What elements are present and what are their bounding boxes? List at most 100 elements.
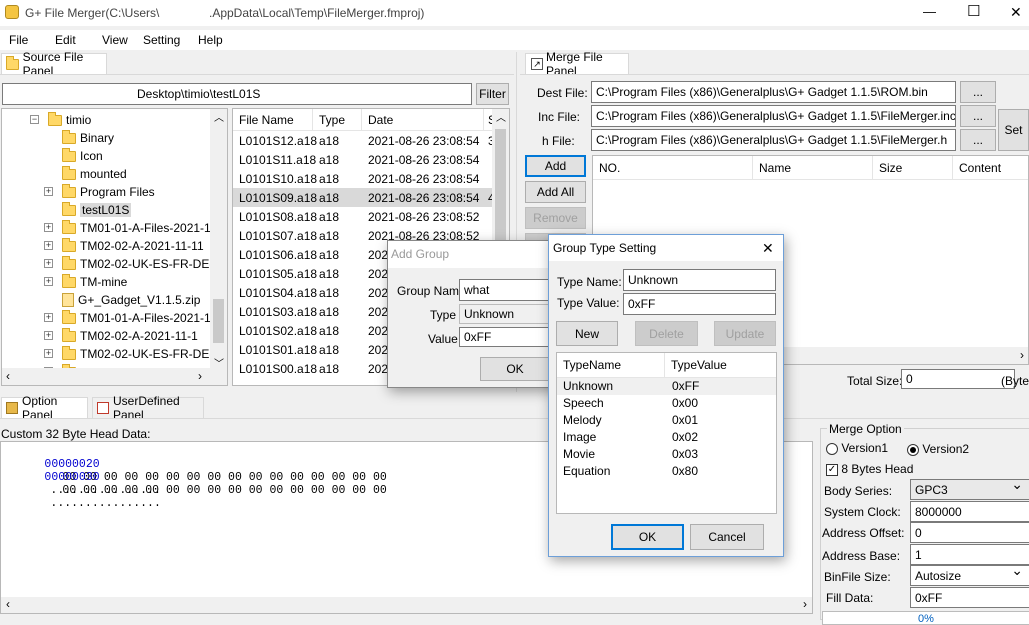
scroll-thumb[interactable]: [213, 299, 224, 343]
tree-item[interactable]: Icon: [62, 147, 103, 165]
expand-icon[interactable]: +: [44, 187, 53, 196]
add-group-ok-button[interactable]: OK: [480, 357, 550, 381]
type-row[interactable]: Speech 0x00: [557, 395, 776, 412]
fill-data-input[interactable]: 0xFF: [910, 587, 1029, 608]
tree-item[interactable]: TM-mine: [62, 273, 127, 291]
close-icon[interactable]: ✕: [762, 240, 774, 257]
h-browse-button[interactable]: ...: [960, 129, 996, 151]
tree-item[interactable]: TM01-01-A-Files-2021-1: [62, 219, 211, 237]
scroll-up-icon[interactable]: ︿: [214, 109, 224, 124]
h-file-input[interactable]: C:\Program Files (x86)\Generalplus\G+ Ga…: [591, 129, 956, 151]
path-input[interactable]: Desktop\timio\testL01S: [2, 83, 472, 105]
tree-item[interactable]: Program Files: [62, 183, 155, 201]
scroll-right-icon[interactable]: ›: [198, 369, 202, 383]
column-date[interactable]: Date: [362, 109, 484, 130]
menu-view[interactable]: View: [102, 33, 128, 47]
expand-icon[interactable]: +: [44, 241, 53, 250]
system-clock-input[interactable]: 8000000: [910, 501, 1029, 522]
scroll-left-icon[interactable]: ‹: [6, 597, 10, 611]
menu-setting[interactable]: Setting: [143, 33, 180, 47]
group-type-cancel-button[interactable]: Cancel: [690, 524, 764, 550]
minimize-button[interactable]: —: [923, 4, 936, 19]
column-typename[interactable]: TypeName: [557, 353, 665, 377]
menu-file[interactable]: File: [9, 33, 28, 47]
type-row[interactable]: Unknown 0xFF: [557, 378, 776, 395]
expand-icon[interactable]: +: [44, 223, 53, 232]
version2-radio[interactable]: Version2: [907, 442, 969, 456]
binfile-size-select[interactable]: Autosize: [910, 565, 1029, 586]
tab-source-file-panel[interactable]: Source File Panel: [1, 50, 107, 78]
type-row[interactable]: Image 0x02: [557, 429, 776, 446]
set-button[interactable]: Set: [998, 109, 1029, 151]
filter-button[interactable]: Filter: [476, 83, 509, 105]
type-input[interactable]: Unknown: [459, 304, 558, 324]
expand-icon[interactable]: +: [44, 313, 53, 322]
new-type-button[interactable]: New: [556, 321, 618, 346]
type-list[interactable]: TypeName TypeValue Unknown 0xFF Speech 0x00…: [556, 352, 777, 514]
collapse-icon[interactable]: −: [30, 115, 39, 124]
type-name-input[interactable]: Unknown: [623, 269, 776, 291]
column-file-name[interactable]: File Name: [233, 109, 313, 130]
inc-browse-button[interactable]: ...: [960, 105, 996, 127]
scroll-right-icon[interactable]: ›: [803, 597, 807, 611]
type-row[interactable]: Melody 0x01: [557, 412, 776, 429]
remove-button[interactable]: Remove: [525, 207, 586, 229]
file-row[interactable]: L0101S08.a18 a18 2021-08-26 23:08:52: [233, 207, 493, 226]
tree-item[interactable]: TM02-02-UK-ES-FR-DE-I: [62, 345, 217, 363]
close-button[interactable]: ✕: [1010, 4, 1022, 21]
scroll-right-icon[interactable]: ›: [1020, 348, 1024, 362]
tree-hscrollbar[interactable]: ‹ ›: [2, 368, 227, 385]
scroll-up-icon[interactable]: ︿: [496, 109, 506, 124]
add-all-button[interactable]: Add All: [525, 181, 586, 203]
inc-file-input[interactable]: C:\Program Files (x86)\Generalplus\G+ Ga…: [591, 105, 956, 127]
expand-icon[interactable]: +: [44, 349, 53, 358]
file-row[interactable]: L0101S09.a18a182021-08-26 23:08:544: [233, 188, 495, 207]
tree-item[interactable]: TM01-01-A-Files-2021-1: [62, 309, 211, 327]
address-base-input[interactable]: 1: [910, 544, 1029, 565]
dest-file-input[interactable]: C:\Program Files (x86)\Generalplus\G+ Ga…: [591, 81, 956, 103]
value-input[interactable]: 0xFF: [459, 327, 558, 347]
expand-icon[interactable]: +: [44, 259, 53, 268]
type-row[interactable]: Equation 0x80: [557, 463, 776, 480]
file-row[interactable]: L0101S11.a18 a18 2021-08-26 23:08:54: [233, 150, 493, 169]
maximize-button[interactable]: ☐: [967, 2, 980, 20]
tree-item[interactable]: TM02-02-A-2021-11-11: [62, 237, 204, 255]
address-offset-input[interactable]: 0: [910, 522, 1029, 543]
tree-item[interactable]: Binary: [62, 129, 114, 147]
version1-radio[interactable]: Version1: [826, 441, 888, 455]
dest-browse-button[interactable]: ...: [960, 81, 996, 103]
bytes-head-checkbox[interactable]: ✓ 8 Bytes Head: [826, 462, 913, 476]
type-row[interactable]: Movie 0x03: [557, 446, 776, 463]
tab-userdefined-panel[interactable]: UserDefined Panel: [92, 394, 204, 422]
group-type-ok-button[interactable]: OK: [611, 524, 684, 550]
tree-item[interactable]: timio: [48, 111, 91, 129]
add-button[interactable]: Add: [525, 155, 586, 177]
column-size[interactable]: Size: [873, 156, 953, 179]
hex-hscrollbar[interactable]: ‹ ›: [1, 597, 812, 613]
file-row[interactable]: L0101S12.a18a182021-08-26 23:08:543: [233, 131, 495, 150]
delete-type-button[interactable]: Delete: [635, 321, 698, 346]
tree-vscrollbar[interactable]: ︿ ﹀: [210, 109, 227, 370]
column-content[interactable]: Content: [953, 156, 1028, 179]
column-name[interactable]: Name: [753, 156, 873, 179]
tree-item[interactable]: testL01S: [62, 201, 132, 219]
group-name-input[interactable]: what: [459, 279, 558, 301]
tree-item[interactable]: TM02-02-UK-ES-FR-DE-I: [62, 255, 217, 273]
tree-item[interactable]: TM02-02-A-2021-11-1: [62, 327, 198, 345]
expand-icon[interactable]: +: [44, 331, 53, 340]
expand-icon[interactable]: +: [44, 277, 53, 286]
tree-item[interactable]: mounted: [62, 165, 127, 183]
column-typevalue[interactable]: TypeValue: [665, 353, 776, 377]
type-value-input[interactable]: 0xFF: [623, 293, 776, 315]
column-type[interactable]: Type: [313, 109, 362, 130]
update-type-button[interactable]: Update: [714, 321, 776, 346]
tree-item[interactable]: G+_Gadget_V1.1.5.zip: [62, 291, 200, 309]
menu-edit[interactable]: Edit: [55, 33, 76, 47]
folder-tree[interactable]: − timio Binary Icon mounted + Program Files tes…: [1, 108, 228, 386]
scroll-left-icon[interactable]: ‹: [6, 369, 10, 383]
body-series-select[interactable]: GPC3: [910, 479, 1029, 500]
tab-option-panel[interactable]: Option Panel: [1, 394, 88, 422]
file-row[interactable]: L0101S10.a18 a18 2021-08-26 23:08:54: [233, 169, 493, 188]
column-no[interactable]: NO.: [593, 156, 753, 179]
menu-help[interactable]: Help: [198, 33, 223, 47]
